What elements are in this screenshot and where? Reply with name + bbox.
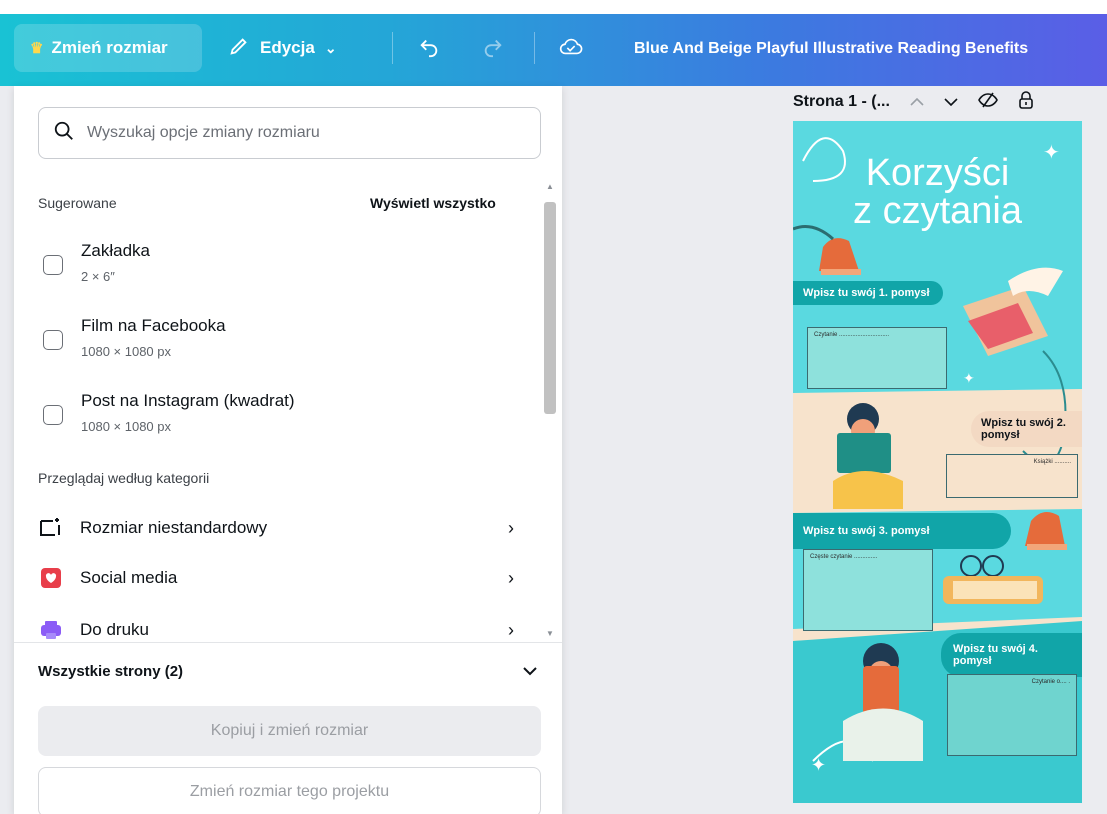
editor-toolbar: ♛ Zmień rozmiar Edycja ⌄ Blue And Beige … <box>0 0 1107 86</box>
suggested-item-name: Film na Facebooka <box>81 316 226 335</box>
idea-4-box: Czytanie o.... . <box>947 674 1077 756</box>
all-pages-label: Wszystkie strony (2) <box>38 663 184 680</box>
resize-button-label: Zmień rozmiar <box>51 38 168 57</box>
suggested-item[interactable]: Post na Instagram (kwadrat) 1080 × 1080 … <box>38 391 518 451</box>
pencil-icon <box>228 35 250 62</box>
browse-heading: Przeglądaj według kategorii <box>38 470 210 486</box>
category-social-media[interactable]: Social media › <box>38 560 514 596</box>
toolbar-divider <box>534 32 535 64</box>
svg-text:✦: ✦ <box>811 755 826 776</box>
search-icon <box>53 120 75 147</box>
chevron-right-icon: › <box>508 517 514 538</box>
undo-icon[interactable] <box>414 32 444 62</box>
search-input[interactable]: Wyszukaj opcje zmiany rozmiaru <box>38 107 541 159</box>
checkbox[interactable] <box>43 405 63 425</box>
chevron-right-icon: › <box>508 567 514 588</box>
suggested-item[interactable]: Zakładka 2 × 6″ <box>38 241 518 301</box>
design-title-line2: z czytania <box>853 190 1022 232</box>
edit-button-label: Edycja <box>260 38 315 57</box>
document-title[interactable]: Blue And Beige Playful Illustrative Read… <box>634 40 1107 58</box>
page-title[interactable]: Strona 1 - (... <box>793 93 890 111</box>
suggested-item[interactable]: Film na Facebooka 1080 × 1080 px <box>38 316 518 376</box>
idea-1-pill: Wpisz tu swój 1. pomysł <box>793 281 943 305</box>
idea-3-pill: Wpisz tu swój 3. pomysł <box>793 513 1011 549</box>
scroll-up-icon[interactable]: ▲ <box>546 182 554 191</box>
chevron-up-icon[interactable] <box>910 93 924 111</box>
scroll-down-icon[interactable]: ▼ <box>546 629 554 638</box>
chevron-right-icon: › <box>508 619 514 640</box>
checkbox[interactable] <box>43 255 63 275</box>
idea-2-box: Książki .......... <box>946 454 1078 498</box>
page-header: Strona 1 - (... <box>793 88 1034 116</box>
scrollbar-thumb[interactable] <box>544 202 556 414</box>
idea-4-pill: Wpisz tu swój 4. pomysł <box>941 633 1082 677</box>
see-all-link[interactable]: Wyświetl wszystko <box>370 195 496 211</box>
design-canvas[interactable]: ✦ ✦ ✦ Korzyści z czytania Wpisz tu swój … <box>793 121 1082 803</box>
idea-1-box: Czytanie .............................. <box>807 327 947 389</box>
category-custom-size[interactable]: Rozmiar niestandardowy › <box>38 510 514 546</box>
toolbar-top-strip <box>0 0 1107 14</box>
category-label: Do druku <box>80 620 149 639</box>
custom-size-icon <box>38 515 64 541</box>
chevron-down-icon[interactable] <box>944 93 958 111</box>
cloud-saved-icon[interactable] <box>556 32 586 62</box>
idea-2-pill: Wpisz tu swój 2. pomysł <box>971 411 1082 447</box>
lock-icon[interactable] <box>1018 90 1034 114</box>
all-pages-selector[interactable]: Wszystkie strony (2) <box>14 642 562 700</box>
category-label: Social media <box>80 568 178 587</box>
design-title-line1: Korzyści <box>865 152 1010 194</box>
printer-icon <box>38 617 64 643</box>
suggested-item-dimensions: 1080 × 1080 px <box>81 344 171 359</box>
copy-and-resize-button[interactable]: Kopiuj i zmień rozmiar <box>38 706 541 756</box>
edit-button[interactable]: Edycja ⌄ <box>228 24 337 72</box>
chevron-down-icon <box>522 663 538 681</box>
hide-page-icon[interactable] <box>978 92 998 113</box>
toolbar-divider <box>392 32 393 64</box>
suggested-heading: Sugerowane <box>38 195 117 211</box>
crown-icon: ♛ <box>30 40 44 57</box>
suggested-item-name: Post na Instagram (kwadrat) <box>81 391 295 410</box>
checkbox[interactable] <box>43 330 63 350</box>
suggested-item-dimensions: 1080 × 1080 px <box>81 419 171 434</box>
redo-icon[interactable] <box>478 32 508 62</box>
heart-icon <box>38 565 64 591</box>
panel-scrollbar[interactable]: ▲ ▼ <box>542 182 558 638</box>
resize-button[interactable]: ♛ Zmień rozmiar <box>14 24 202 72</box>
suggested-item-dimensions: 2 × 6″ <box>81 269 115 284</box>
chevron-down-icon: ⌄ <box>324 39 337 56</box>
search-placeholder: Wyszukaj opcje zmiany rozmiaru <box>87 124 320 141</box>
idea-3-box: Częste czytanie .............. <box>803 549 933 631</box>
resize-panel: Wyszukaj opcje zmiany rozmiaru Sugerowan… <box>14 86 562 814</box>
svg-text:✦: ✦ <box>963 371 975 387</box>
suggested-item-name: Zakładka <box>81 241 150 260</box>
category-label: Rozmiar niestandardowy <box>80 518 268 537</box>
resize-project-button[interactable]: Zmień rozmiar tego projektu <box>38 767 541 814</box>
